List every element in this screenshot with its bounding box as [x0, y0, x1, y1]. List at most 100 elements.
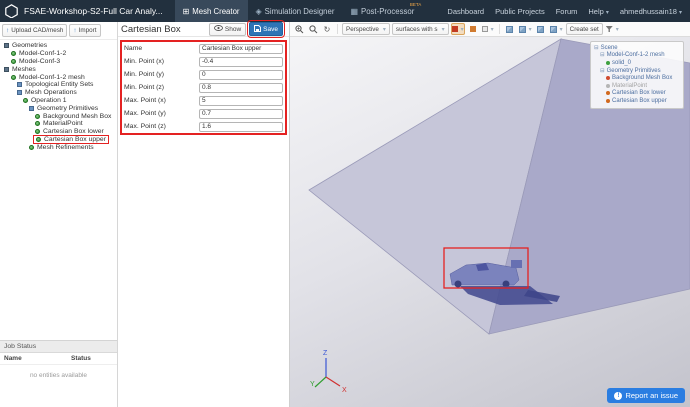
cartesian-box-form: Name Min. Point (x) Min. Point (y) Min. … [120, 40, 287, 135]
scene-item-cartesian-box-upper[interactable]: Cartesian Box upper [593, 97, 681, 105]
sphere-icon [606, 91, 610, 95]
y-axis-label: Y [310, 381, 315, 388]
field-label: Max. Point (x) [124, 97, 199, 104]
tree-item-geometries[interactable]: Geometries [0, 42, 117, 50]
tab-simulation-designer[interactable]: ◈ Simulation Designer [248, 0, 343, 22]
tree-item-model-conf-3[interactable]: Model-Conf-3 [0, 58, 117, 66]
tab-mesh-creator[interactable]: ⊞ Mesh Creator [175, 0, 248, 22]
tree-item-topological-entity-sets[interactable]: Topological Entity Sets [0, 81, 117, 89]
collapse-icon[interactable]: ⊟ [594, 45, 599, 51]
tree-item-mesh-operations[interactable]: Mesh Operations [0, 89, 117, 97]
scene-tree-overlay: ⊟Scene ⊟Model-Conf-1-2 mesh solid_0 ⊟Geo… [590, 41, 684, 109]
upload-cad-mesh-button[interactable]: ↑ Upload CAD/mesh [2, 24, 67, 37]
dashboard-link[interactable]: Dashboard [447, 7, 484, 16]
max-point-x-field[interactable] [199, 96, 283, 106]
chevron-down-icon: ▾ [679, 10, 682, 16]
form-row: Max. Point (z) [122, 120, 285, 133]
divider [337, 24, 338, 34]
tree-label: Geometry Primitives [37, 105, 98, 112]
tree-item-model-conf-1-2-mesh[interactable]: Model-Conf-1-2 mesh [0, 73, 117, 81]
max-point-y-field[interactable] [199, 109, 283, 119]
sphere-icon [35, 114, 40, 119]
red-annotation-box: Cartesian Box upper [33, 135, 109, 144]
floppy-icon [254, 25, 261, 34]
view-cube-iso-icon[interactable]: ▾ [549, 23, 564, 35]
tree-item-cartesian-box-upper[interactable]: Cartesian Box upper [0, 136, 117, 144]
max-point-z-field[interactable] [199, 122, 283, 132]
render-mode-dropdown[interactable]: surfaces with s▾ [392, 23, 449, 35]
surface-color-icon[interactable] [467, 23, 479, 35]
3d-scene[interactable]: ⊟Scene ⊟Model-Conf-1-2 mesh solid_0 ⊟Geo… [290, 37, 690, 407]
app-root: FSAE-Workshop-S2-Full Car Analy... ⊞ Mes… [0, 0, 690, 407]
sphere-icon [11, 75, 16, 80]
tree-label: Geometries [12, 42, 47, 49]
import-button[interactable]: ↑ Import [69, 24, 100, 37]
report-issue-button[interactable]: ! Report an issue [607, 388, 685, 403]
min-point-x-field[interactable] [199, 57, 283, 67]
chevron-down-icon: ▾ [491, 26, 494, 33]
project-tree: Geometries Model-Conf-1-2 Model-Conf-3 M… [0, 40, 117, 151]
tree-label: Topological Entity Sets [25, 81, 93, 88]
form-row: Min. Point (y) [122, 68, 285, 81]
tree-item-materialpoint[interactable]: MaterialPoint [0, 120, 117, 128]
min-point-z-field[interactable] [199, 83, 283, 93]
projection-dropdown[interactable]: Perspective▾ [342, 23, 390, 35]
zoom-fit-icon[interactable] [307, 23, 319, 35]
tree-item-geometry-primitives[interactable]: Geometry Primitives [0, 104, 117, 112]
sphere-icon [606, 84, 610, 88]
collapse-icon[interactable]: ⊟ [600, 52, 605, 58]
simulation-icon: ◈ [256, 7, 262, 16]
chevron-down-icon: ▾ [606, 10, 609, 16]
view-cube-top-icon[interactable]: ▾ [518, 23, 533, 35]
field-label: Min. Point (z) [124, 84, 199, 91]
top-bar: FSAE-Workshop-S2-Full Car Analy... ⊞ Mes… [0, 0, 690, 22]
chevron-down-icon: ▾ [560, 26, 563, 33]
tree-label: Meshes [12, 66, 36, 73]
filter-icon[interactable]: ▾ [605, 23, 620, 35]
scene-item-scene[interactable]: ⊟Scene [593, 44, 681, 52]
tree-item-mesh-refinements[interactable]: Mesh Refinements [0, 143, 117, 151]
project-title: FSAE-Workshop-S2-Full Car Analy... [24, 6, 163, 16]
forum-link[interactable]: Forum [556, 7, 578, 16]
beta-badge: BETA [410, 2, 421, 7]
tree-item-meshes[interactable]: Meshes [0, 65, 117, 73]
scene-item-mesh[interactable]: ⊟Model-Conf-1-2 mesh [593, 52, 681, 60]
sphere-icon [36, 137, 41, 142]
tree-label: Cartesian Box upper [44, 136, 106, 143]
upload-icon: ↑ [73, 27, 76, 34]
scene-item-background-mesh-box[interactable]: Background Mesh Box [593, 74, 681, 82]
background-color-icon[interactable]: ▾ [481, 23, 495, 35]
tree-label: Mesh Operations [25, 89, 77, 96]
sphere-icon [11, 59, 16, 64]
tab-post-processor[interactable]: ▦ Post-Processor BETA [342, 0, 422, 22]
job-status-title: Job Status [0, 340, 117, 353]
view-cube-side-icon[interactable] [535, 23, 547, 35]
show-button[interactable]: Show [209, 23, 246, 36]
refresh-icon[interactable]: ↻ [321, 23, 333, 35]
tree-item-background-mesh-box[interactable]: Background Mesh Box [0, 112, 117, 120]
project-tree-sidebar: ↑ Upload CAD/mesh ↑ Import Geometries Mo… [0, 22, 118, 407]
topbar-right-menu: Dashboard Public Projects Forum Help▾ ah… [447, 7, 690, 16]
zoom-in-icon[interactable] [293, 23, 305, 35]
user-menu[interactable]: ahmedhussain18▾ [620, 7, 682, 16]
help-menu[interactable]: Help▾ [588, 7, 608, 16]
scene-item-cartesian-box-lower[interactable]: Cartesian Box lower [593, 90, 681, 98]
min-point-y-field[interactable] [199, 70, 283, 80]
tree-item-model-conf-1-2[interactable]: Model-Conf-1-2 [0, 50, 117, 58]
tree-item-operation-1[interactable]: Operation 1 [0, 97, 117, 105]
save-button[interactable]: Save [249, 22, 283, 36]
public-projects-link[interactable]: Public Projects [495, 7, 545, 16]
view-cube-front-icon[interactable] [504, 23, 516, 35]
field-label: Max. Point (z) [124, 123, 199, 130]
scene-item-materialpoint[interactable]: MaterialPoint [593, 82, 681, 90]
highlight-color-icon[interactable]: ▾ [451, 23, 465, 35]
simscale-logo-icon[interactable] [0, 4, 24, 18]
operations-icon [17, 90, 22, 95]
collapse-icon[interactable]: ⊟ [600, 68, 605, 74]
sphere-icon [35, 121, 40, 126]
scene-item-solid-0[interactable]: solid_0 [593, 59, 681, 67]
create-set-button[interactable]: Create set [566, 23, 603, 35]
name-field[interactable] [199, 44, 283, 54]
sidebar-actions: ↑ Upload CAD/mesh ↑ Import [0, 22, 117, 40]
scene-item-geometry-primitives[interactable]: ⊟Geometry Primitives [593, 67, 681, 75]
